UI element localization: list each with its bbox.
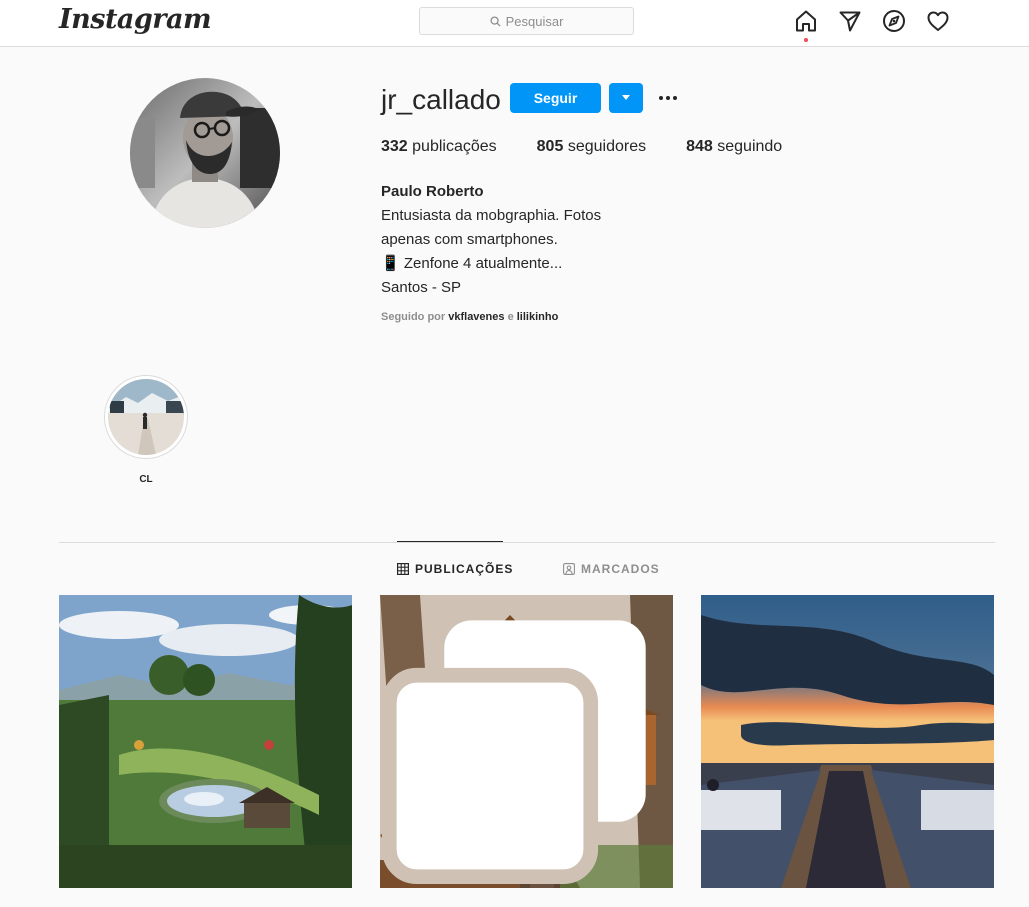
follow-button[interactable]: Seguir <box>510 83 601 113</box>
tab-publicacoes[interactable]: PUBLICAÇÕES <box>397 562 513 576</box>
carousel-icon <box>381 620 646 885</box>
bio-line: 📱 Zenfone 4 atualmente... <box>381 255 563 272</box>
active-tab-indicator <box>397 541 503 542</box>
post-thumbnail[interactable] <box>701 595 994 888</box>
profile-bio: Paulo Roberto Entusiasta da mobgraphia. … <box>381 180 601 300</box>
followers-count-label: seguidores <box>567 138 647 155</box>
profile-stats: 332 publicações 805 seguidores 848 segui… <box>381 138 822 156</box>
followed-by-joiner: e <box>507 311 514 323</box>
activity-button[interactable] <box>925 8 951 34</box>
top-navigation-bar: Instagram Pesquisar <box>0 0 1029 47</box>
instagram-logo[interactable]: Instagram <box>59 4 212 35</box>
posts-count-label: publicações <box>412 138 497 155</box>
home-button[interactable] <box>793 8 819 42</box>
story-highlight[interactable]: CL <box>104 375 188 485</box>
nav-icons <box>793 8 951 42</box>
bio-line: Entusiasta da mobgraphia. Fotos <box>381 207 602 224</box>
search-input[interactable]: Pesquisar <box>419 7 634 35</box>
explore-button[interactable] <box>881 8 907 34</box>
dot <box>666 96 670 100</box>
caret-down-icon <box>622 95 630 100</box>
post-image <box>59 595 352 888</box>
avatar-photo <box>130 78 280 228</box>
search-placeholder: Pesquisar <box>505 13 564 29</box>
follower-account[interactable]: vkflavenes <box>448 311 504 323</box>
followers-link[interactable]: 805 seguidores <box>537 138 646 156</box>
followers-count-value: 805 <box>536 138 564 155</box>
tab-marcados[interactable]: MARCADOS <box>563 562 660 576</box>
post-thumbnail[interactable] <box>59 595 352 888</box>
heart-icon <box>927 11 949 31</box>
highlight-cover <box>108 379 184 455</box>
suggested-accounts-button[interactable] <box>609 83 643 113</box>
direct-button[interactable] <box>837 8 863 34</box>
profile-username: jr_callado <box>381 84 501 115</box>
tab-label: PUBLICAÇÕES <box>415 562 514 576</box>
tabs-divider <box>59 542 995 543</box>
bio-line: apenas com smartphones. <box>381 231 558 248</box>
profile-full-name: Paulo Roberto <box>381 183 484 200</box>
tab-label: MARCADOS <box>581 562 660 576</box>
profile-avatar[interactable] <box>130 78 280 228</box>
home-icon <box>796 10 816 32</box>
bio-line: Santos - SP <box>381 279 462 296</box>
followed-by[interactable]: Seguido por vkflavenes e lilikinho <box>381 311 558 323</box>
post-thumbnail[interactable] <box>380 595 673 888</box>
dot <box>673 96 677 100</box>
grid-icon <box>397 563 409 575</box>
more-options-button[interactable] <box>655 86 681 110</box>
following-link[interactable]: 848 seguindo <box>686 138 782 156</box>
search-icon <box>490 15 501 27</box>
posts-count-value: 332 <box>381 138 408 155</box>
followed-by-prefix: Seguido por <box>381 311 446 323</box>
direct-icon <box>839 11 861 32</box>
following-count-value: 848 <box>686 138 713 155</box>
dot <box>659 96 663 100</box>
following-count-label: seguindo <box>717 138 783 155</box>
post-image <box>701 595 994 888</box>
notification-dot <box>804 38 808 42</box>
explore-icon <box>883 10 905 32</box>
highlight-label: CL <box>139 474 153 485</box>
tagged-icon <box>563 563 575 575</box>
follower-account[interactable]: lilikinho <box>517 311 559 323</box>
highlight-ring <box>104 375 188 459</box>
posts-count: 332 publicações <box>381 138 497 156</box>
